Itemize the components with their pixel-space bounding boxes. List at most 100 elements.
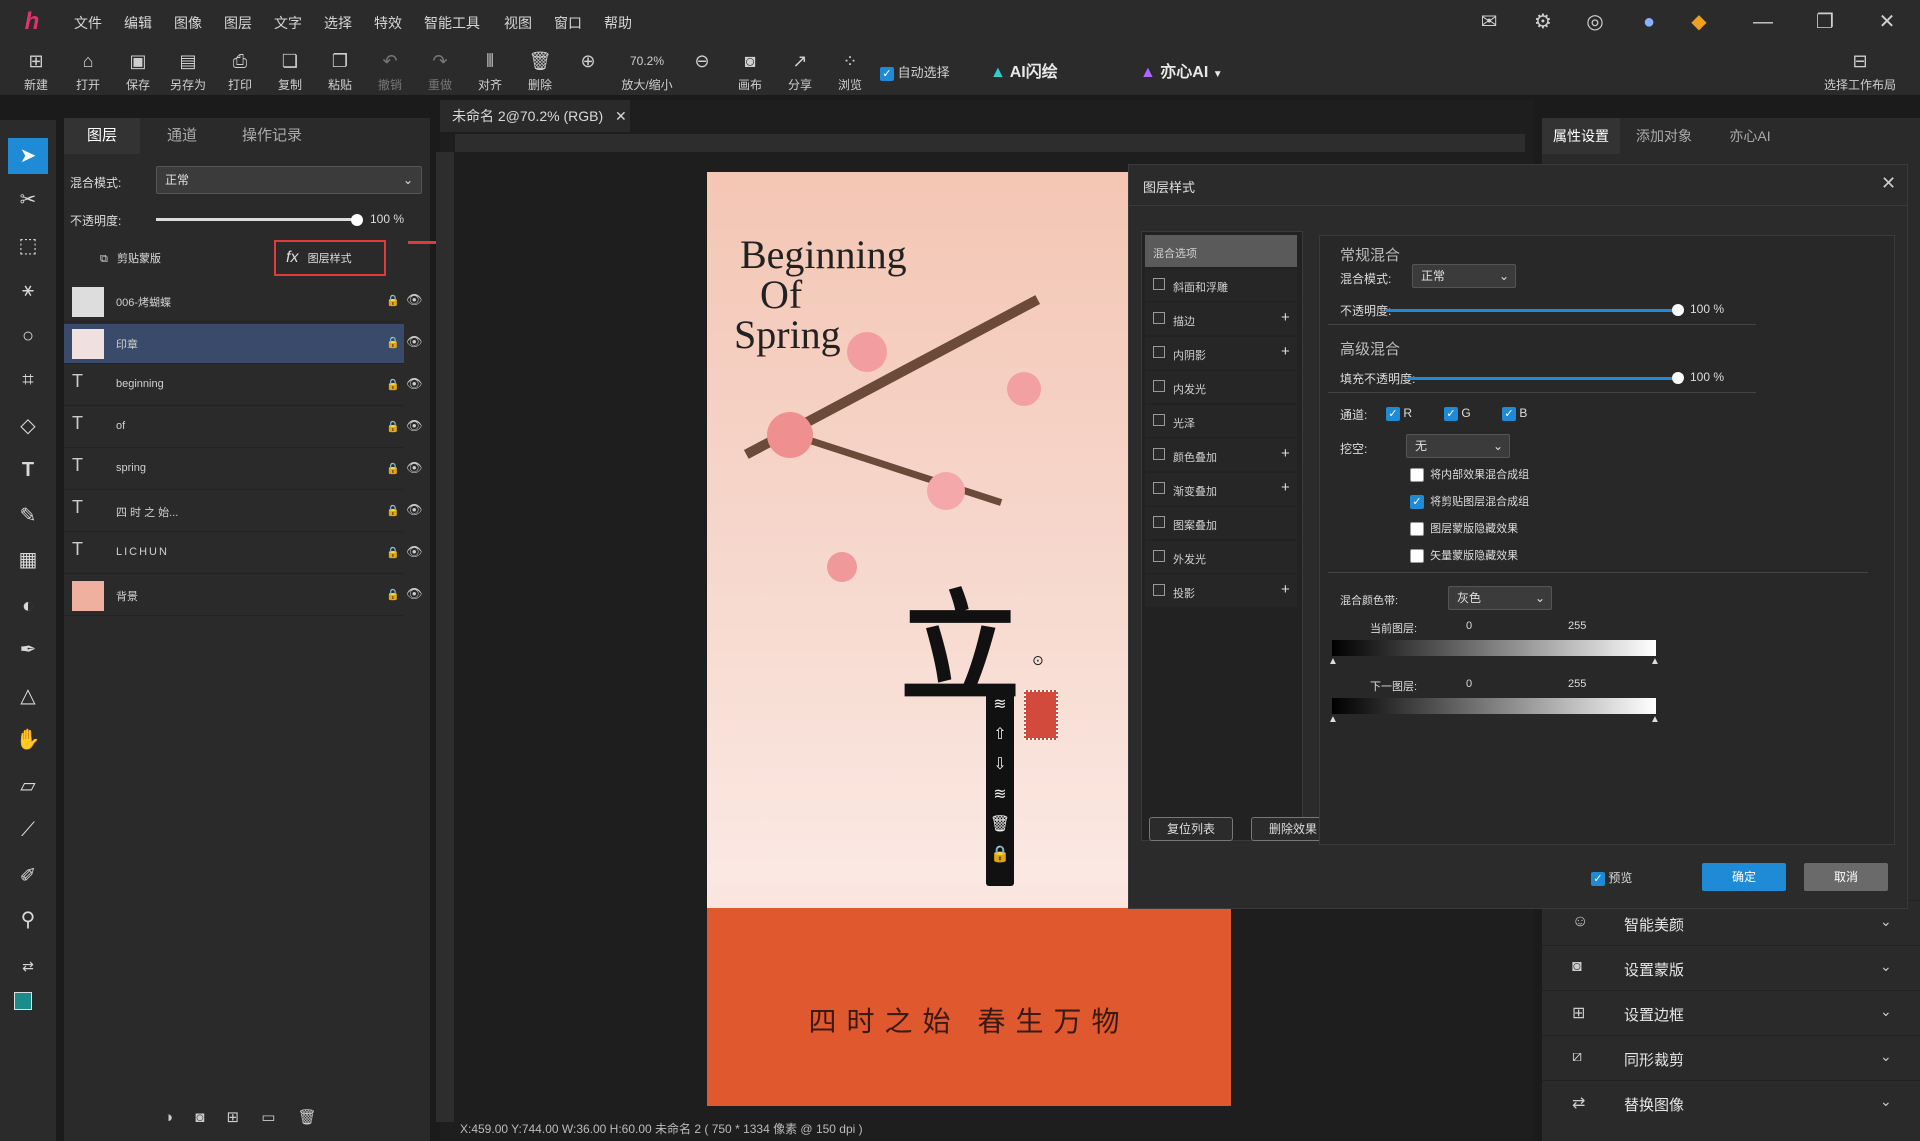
layer-row[interactable]: 背景 🔒 👁 xyxy=(64,576,423,616)
mask-icon[interactable]: ◙ xyxy=(195,1109,204,1126)
adjustment-icon[interactable]: ◑ xyxy=(164,1109,173,1126)
vip-gem-icon[interactable]: ◆ xyxy=(1686,10,1712,34)
align-button[interactable]: ⫴ 对齐 xyxy=(468,50,512,93)
cancel-button[interactable]: 取消 xyxy=(1804,863,1888,891)
channel-g[interactable]: ✓ G xyxy=(1444,406,1471,421)
lock-icon[interactable]: 🔒 xyxy=(386,378,400,391)
style-item-stroke[interactable]: 描边 + xyxy=(1145,303,1297,336)
style-checkbox[interactable] xyxy=(1153,482,1165,494)
layer-row[interactable]: Tspring 🔒 👁 xyxy=(64,450,423,490)
style-checkbox[interactable] xyxy=(1153,380,1165,392)
option-blend-interior[interactable]: 将内部效果混合成组 xyxy=(1410,466,1529,483)
pen-tool-icon[interactable]: ✒ xyxy=(8,632,48,668)
style-checkbox[interactable] xyxy=(1153,346,1165,358)
blend-mode-select[interactable]: 正常 ⌄ xyxy=(156,166,422,194)
brush-tool-icon[interactable]: ✎ xyxy=(8,498,48,534)
close-icon[interactable]: ✕ xyxy=(1881,173,1896,194)
text-tool-icon[interactable]: T xyxy=(8,452,48,488)
layer-row[interactable]: Tbeginning 🔒 👁 xyxy=(64,366,423,406)
opacity-slider-knob[interactable] xyxy=(1672,304,1684,316)
opacity-slider[interactable] xyxy=(1386,309,1678,312)
compass-icon[interactable]: ◎ xyxy=(1582,10,1608,34)
print-button[interactable]: ⎙ 打印 xyxy=(218,50,262,93)
paste-button[interactable]: ❐ 粘贴 xyxy=(318,50,362,93)
magic-wand-tool-icon[interactable]: ⚹ xyxy=(8,272,48,308)
ai-yixin-button[interactable]: ▲ 亦心AI ▼ xyxy=(1140,58,1223,82)
transform-tool-icon[interactable]: ▱ xyxy=(8,768,48,804)
menu-select[interactable]: 选择 xyxy=(324,13,352,33)
layer-row[interactable]: 印章 🔒 👁 xyxy=(64,324,423,364)
channel-b[interactable]: ✓ B xyxy=(1502,406,1527,421)
delete-layer-icon[interactable]: 🗑 xyxy=(298,1109,317,1126)
plus-icon[interactable]: + xyxy=(1281,581,1290,598)
crop-tool-icon[interactable]: ⌗ xyxy=(8,362,48,398)
tab-channels[interactable]: 通道 xyxy=(144,118,220,154)
eye-icon[interactable]: 👁 xyxy=(406,502,423,518)
reset-list-button[interactable]: 复位列表 xyxy=(1149,817,1233,841)
document-tab[interactable]: 未命名 2@70.2% (RGB) ✕ xyxy=(440,100,630,132)
ai-flash-button[interactable]: ▲ AI闪绘 xyxy=(990,58,1058,82)
clip-mask-button[interactable]: ⧉ 剪贴蒙版 xyxy=(100,250,161,266)
zoom-control[interactable]: 70.2% 放大/缩小 xyxy=(612,50,682,93)
copy-button[interactable]: ❏ 复制 xyxy=(268,50,312,93)
accordion-shape-crop[interactable]: ⧄ 同形裁剪 ⌄ xyxy=(1542,1035,1920,1080)
style-item-outer-glow[interactable]: 外发光 xyxy=(1145,541,1297,574)
style-item-drop-shadow[interactable]: 投影 + xyxy=(1145,575,1297,608)
menu-effects[interactable]: 特效 xyxy=(374,13,402,33)
option-blend-clipped[interactable]: ✓ 将剪贴图层混合成组 xyxy=(1410,493,1529,510)
eye-icon[interactable]: 👁 xyxy=(406,544,423,560)
menu-text[interactable]: 文字 xyxy=(274,13,302,33)
lock-icon[interactable]: 🔒 xyxy=(386,294,400,307)
eye-icon[interactable]: 👁 xyxy=(406,376,423,392)
eye-icon[interactable]: 👁 xyxy=(406,334,423,350)
move-down-icon[interactable]: ⇩ xyxy=(986,750,1014,780)
tab-history[interactable]: 操作记录 xyxy=(224,118,320,154)
undo-button[interactable]: ↶ 撤销 xyxy=(368,50,412,93)
eye-icon[interactable]: 👁 xyxy=(406,418,423,434)
style-item-bevel[interactable]: 斜面和浮雕 xyxy=(1145,269,1297,302)
layer-style-button[interactable]: fx 图层样式 xyxy=(274,240,386,276)
style-item-inner-glow[interactable]: 内发光 xyxy=(1145,371,1297,404)
avatar-icon[interactable]: ● xyxy=(1636,10,1662,34)
fill-tool-icon[interactable]: ◇ xyxy=(8,408,48,444)
workspace-button[interactable]: ⊟ 选择工作布局 xyxy=(1820,50,1900,93)
preview-checkbox[interactable]: ✓ xyxy=(1591,871,1605,886)
eye-icon[interactable]: 👁 xyxy=(406,460,423,476)
send-to-back-icon[interactable]: ≋ xyxy=(986,780,1014,810)
redo-button[interactable]: ↷ 重做 xyxy=(418,50,462,93)
seal-stamp[interactable] xyxy=(1024,690,1058,740)
style-checkbox[interactable] xyxy=(1153,278,1165,290)
marquee-tool-icon[interactable]: ⬚ xyxy=(8,228,48,264)
bring-to-front-icon[interactable]: ≋ xyxy=(986,690,1014,720)
style-item-satin[interactable]: 光泽 xyxy=(1145,405,1297,438)
auto-select-checkbox[interactable]: ✓ xyxy=(880,66,894,81)
menu-file[interactable]: 文件 xyxy=(74,13,102,33)
menu-help[interactable]: 帮助 xyxy=(604,13,632,33)
ok-button[interactable]: 确定 xyxy=(1702,863,1786,891)
knockout-select[interactable]: 无 ⌄ xyxy=(1406,434,1510,458)
eye-icon[interactable]: 👁 xyxy=(406,292,423,308)
style-item-color-overlay[interactable]: 颜色叠加 + xyxy=(1145,439,1297,472)
accordion-replace-image[interactable]: ⇄ 替换图像 ⌄ xyxy=(1542,1080,1920,1125)
close-window-icon[interactable]: ✕ xyxy=(1874,10,1900,34)
swap-colors-icon[interactable]: ⇄ xyxy=(8,948,48,984)
underlying-layer-black-slider[interactable]: ▲ xyxy=(1328,714,1338,725)
style-checkbox[interactable] xyxy=(1153,550,1165,562)
restore-icon[interactable]: ❐ xyxy=(1812,10,1838,34)
move-up-icon[interactable]: ⇧ xyxy=(986,720,1014,750)
style-checkbox[interactable] xyxy=(1153,516,1165,528)
lock-icon[interactable]: 🔒 xyxy=(386,336,400,349)
auto-select-toggle[interactable]: ✓ 自动选择 xyxy=(880,62,950,81)
blend-if-select[interactable]: 灰色 ⌄ xyxy=(1448,586,1552,610)
blend-mode-select[interactable]: 正常 ⌄ xyxy=(1412,264,1516,288)
option-checkbox[interactable]: ✓ xyxy=(1410,495,1424,510)
style-checkbox[interactable] xyxy=(1153,414,1165,426)
share-button[interactable]: ↗ 分享 xyxy=(778,50,822,93)
settings-icon[interactable]: ⚙ xyxy=(1530,10,1556,34)
menu-layer[interactable]: 图层 xyxy=(224,13,252,33)
plus-icon[interactable]: + xyxy=(1281,479,1290,496)
cutout-tool-icon[interactable]: ✂ xyxy=(8,182,48,218)
lock-icon[interactable]: 🔒 xyxy=(386,546,400,559)
layer-row[interactable]: T 四 时 之 始... 🔒 👁 xyxy=(64,492,423,532)
lock-icon[interactable]: 🔒 xyxy=(386,420,400,433)
